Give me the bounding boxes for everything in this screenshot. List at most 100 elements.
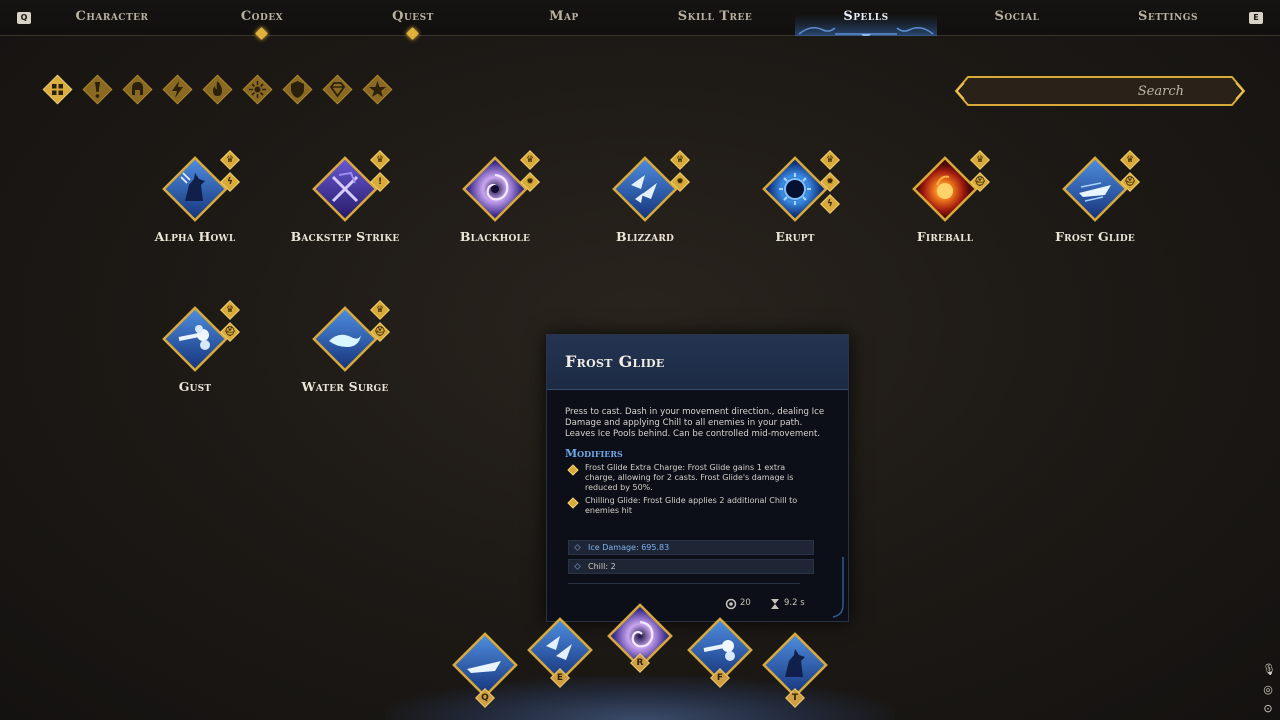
tab-settings[interactable]: Settings [1098, 0, 1238, 36]
helmet-icon: ⛑ [220, 322, 240, 342]
lightning-icon [172, 81, 183, 98]
tooltip-divider [568, 583, 800, 584]
spell-card-erupt[interactable]: ♛ ✹ ϟ Erupt [725, 145, 865, 255]
hotkey-label: Q [475, 688, 495, 708]
search-box[interactable] [954, 74, 1246, 108]
filter-exclamation[interactable] [82, 74, 113, 105]
tab-label: Social [994, 9, 1040, 24]
filter-flame[interactable] [202, 74, 233, 105]
crown-icon: ♛ [970, 150, 990, 170]
tooltip-description: Press to cast. Dash in your movement dir… [565, 407, 825, 439]
modifier-text: Frost Glide Extra Charge: Frost Glide ga… [585, 463, 794, 492]
spell-card-gust[interactable]: ♛ ⛑ Gust [125, 295, 265, 405]
fireball-icon [912, 156, 978, 222]
hotkey-label: T [785, 688, 805, 708]
sun-burst-icon [249, 81, 266, 98]
hotbar-slot-f[interactable]: F [682, 612, 758, 688]
tooltip-header: Frost Glide [547, 335, 848, 390]
stat-diamond-icon [573, 543, 582, 552]
tab-label: Codex [240, 9, 284, 24]
vortex-icon [462, 156, 528, 222]
gem-icon [329, 82, 346, 98]
notification-pip [255, 27, 268, 40]
sun-burst-icon: ✹ [670, 172, 690, 192]
search-input[interactable] [976, 80, 1184, 102]
water-wave-icon [312, 306, 378, 372]
spell-name: Erupt [775, 229, 815, 244]
helmet-icon: ⛑ [970, 172, 990, 192]
modifier-diamond-icon [567, 497, 579, 509]
filter-all[interactable] [42, 74, 73, 105]
spell-card-blizzard[interactable]: ♛ ✹ Blizzard [575, 145, 715, 255]
nav-next-key[interactable]: E [1249, 12, 1263, 24]
crown-icon: ♛ [1120, 150, 1140, 170]
tab-social[interactable]: Social [947, 0, 1087, 36]
frost-dash-icon [1062, 156, 1128, 222]
tooltip-title: Frost Glide [565, 352, 665, 371]
filter-gem[interactable] [322, 74, 353, 105]
spell-name: Backstep Strike [290, 229, 400, 244]
filter-star[interactable] [362, 74, 393, 105]
top-navigation: Q Character Codex Quest Map Skill Tree S… [0, 0, 1280, 40]
hotkey-label: E [550, 668, 570, 688]
spell-card-frost-glide[interactable]: ♛ ⛑ Frost Glide [1025, 145, 1165, 255]
mana-cost-value: 20 [740, 598, 751, 608]
crown-icon: ♛ [370, 300, 390, 320]
stat-diamond-icon [573, 562, 582, 571]
lightning-icon: ϟ [820, 194, 840, 214]
stat-row: Ice Damage: 695.83 [568, 540, 814, 555]
helmet-icon: ⛑ [1120, 172, 1140, 192]
spell-tooltip: Frost Glide Press to cast. Dash in your … [546, 334, 849, 622]
tab-label: Quest [392, 9, 434, 24]
shield-icon [291, 81, 304, 98]
tab-codex[interactable]: Codex [192, 0, 332, 40]
star-icon [369, 81, 386, 97]
filter-helmet[interactable] [122, 74, 153, 105]
erupt-ring-icon [762, 156, 828, 222]
hotkey-label: R [630, 653, 650, 673]
spell-card-backstep-strike[interactable]: ♛ ! Backstep Strike [275, 145, 415, 255]
sun-burst-icon: ✹ [520, 172, 540, 192]
spell-card-alpha-howl[interactable]: ♛ ϟ Alpha Howl [125, 145, 265, 255]
tab-label: Skill Tree [677, 9, 753, 24]
hotbar-slot-t[interactable]: T [757, 627, 833, 708]
spell-card-blackhole[interactable]: ♛ ✹ Blackhole [425, 145, 565, 255]
modifier-text: Chilling Glide: Frost Glide applies 2 ad… [585, 496, 798, 515]
stat-row: Chill: 2 [568, 559, 814, 574]
spell-card-fireball[interactable]: ♛ ⛑ Fireball [875, 145, 1015, 255]
sun-burst-icon: ✹ [820, 172, 840, 192]
hotbar-slot-e[interactable]: E [522, 612, 598, 688]
nav-prev-key[interactable]: Q [17, 12, 31, 24]
crown-icon: ♛ [670, 150, 690, 170]
tooltip-corner-ornament [832, 557, 844, 618]
tab-map[interactable]: Map [494, 0, 634, 36]
tab-skill-tree[interactable]: Skill Tree [645, 0, 785, 36]
crown-icon: ♛ [520, 150, 540, 170]
spell-name: Gust [178, 379, 212, 394]
filter-sunburst[interactable] [242, 74, 273, 105]
filter-lightning[interactable] [162, 74, 193, 105]
filter-shield[interactable] [282, 74, 313, 105]
all-grid-icon [52, 84, 63, 95]
wolf-howl-icon [162, 156, 228, 222]
crown-icon: ♛ [370, 150, 390, 170]
notification-pip [406, 27, 419, 40]
hotbar-slot-r[interactable]: R [602, 598, 678, 674]
helmet-icon [132, 82, 143, 95]
tab-character[interactable]: Character [42, 0, 182, 36]
hourglass-icon [771, 599, 779, 609]
crown-icon: ♛ [820, 150, 840, 170]
microphone-icon[interactable]: 🎙 [1262, 664, 1276, 676]
tab-spells[interactable]: Spells [796, 0, 936, 36]
spell-card-water-surge[interactable]: ♛ ⛑ Water Surge [275, 295, 415, 405]
flame-icon [213, 81, 222, 96]
tab-label: Map [549, 9, 579, 24]
stat-text: Ice Damage: 695.83 [588, 543, 670, 552]
spell-name: Alpha Howl [154, 229, 236, 244]
hotbar-slot-q[interactable]: Q [447, 627, 523, 708]
settings-circle-icon[interactable]: ⊙ [1262, 703, 1274, 715]
target-icon[interactable]: ◎ [1262, 684, 1274, 696]
spell-name: Blizzard [615, 229, 675, 244]
tab-quest[interactable]: Quest [343, 0, 483, 40]
hotkey-label: F [710, 668, 730, 688]
